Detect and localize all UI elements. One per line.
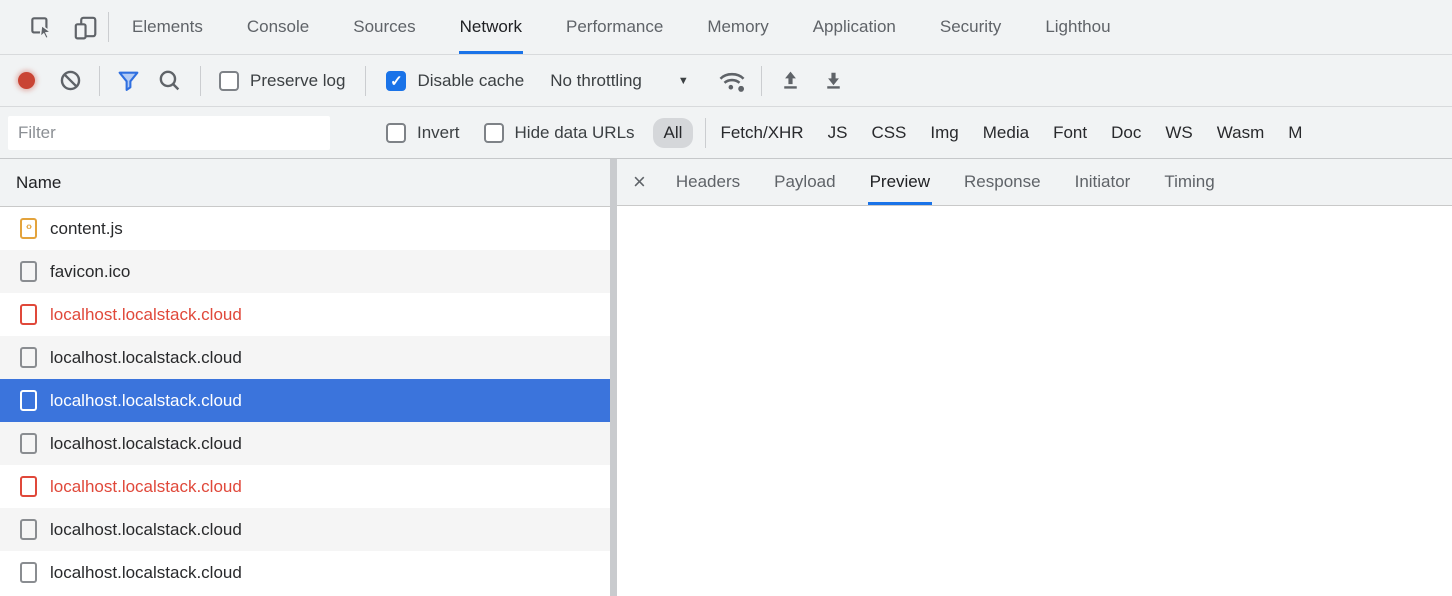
json-property-line: ▼ChallengeParameters: {USER_ID_FOR_SRP: … (617, 280, 1452, 311)
hide-data-urls-checkbox[interactable] (484, 123, 504, 143)
tab-response[interactable]: Response (962, 159, 1043, 205)
filter-type-all[interactable]: All (653, 118, 694, 148)
json-root-line: ▼{ChallengeName: "PASSWORD_VERIFIER",…} (617, 218, 1452, 249)
table-row-selected[interactable]: localhost.localstack.cloud (0, 379, 610, 422)
json-property-line: SRP_B: "d001745fc62af15eb9a12de937fafac2… (617, 373, 1452, 404)
search-icon[interactable] (157, 68, 182, 93)
request-name: localhost.localstack.cloud (50, 391, 242, 411)
filter-type-font[interactable]: Font (1053, 123, 1087, 143)
table-row[interactable]: localhost.localstack.cloud (0, 508, 610, 551)
filter-type-img[interactable]: Img (930, 123, 958, 143)
document-file-icon (20, 433, 37, 454)
json-property-line: USER_ID_FOR_SRP: "test@example.com" (617, 404, 1452, 435)
tab-initiator[interactable]: Initiator (1073, 159, 1133, 205)
hide-data-urls-label[interactable]: Hide data URLs (515, 123, 635, 143)
devtools-window: Elements Console Sources Network Perform… (0, 0, 1452, 596)
tab-elements[interactable]: Elements (131, 0, 204, 54)
request-name: localhost.localstack.cloud (50, 348, 242, 368)
tab-security[interactable]: Security (939, 0, 1002, 54)
json-property-line: ChallengeName: "PASSWORD_VERIFIER" (617, 249, 1452, 280)
request-name: localhost.localstack.cloud (50, 477, 242, 497)
record-button[interactable] (18, 72, 35, 89)
json-property-line: SECRET_BLOCK: "ZWQ5ZGFkMWE=" (617, 342, 1452, 373)
tab-headers[interactable]: Headers (674, 159, 742, 205)
filter-icon[interactable] (116, 68, 141, 93)
chevron-down-icon[interactable]: ▼ (678, 75, 689, 87)
document-file-icon (20, 519, 37, 540)
request-list-panel: Name ‹› content.js favicon.ico localhost… (0, 159, 610, 596)
table-row[interactable]: localhost.localstack.cloud (0, 551, 610, 594)
detail-tab-bar: × Headers Payload Preview Response Initi… (617, 159, 1452, 206)
filter-bar: Invert Hide data URLs All Fetch/XHR JS C… (0, 107, 1452, 159)
name-column-header[interactable]: Name (0, 159, 610, 207)
request-name: localhost.localstack.cloud (50, 305, 242, 325)
close-icon[interactable]: × (633, 171, 646, 193)
json-property-line: SALT: "89b54330" (617, 311, 1452, 342)
divider (108, 12, 109, 42)
request-name: localhost.localstack.cloud (50, 520, 242, 540)
divider (200, 66, 201, 96)
filter-type-media[interactable]: Media (983, 123, 1029, 143)
tab-network[interactable]: Network (459, 0, 523, 54)
table-row[interactable]: ‹› content.js (0, 207, 610, 250)
filter-input[interactable] (8, 116, 330, 150)
filter-type-css[interactable]: CSS (871, 123, 906, 143)
tab-sources[interactable]: Sources (352, 0, 416, 54)
divider (761, 66, 762, 96)
clear-icon[interactable] (58, 68, 83, 93)
preserve-log-checkbox[interactable] (219, 71, 239, 91)
check-icon: ✓ (390, 72, 403, 90)
invert-label[interactable]: Invert (417, 123, 460, 143)
preserve-log-label[interactable]: Preserve log (250, 71, 345, 91)
network-toolbar: Preserve log ✓ Disable cache No throttli… (0, 55, 1452, 107)
divider (99, 66, 100, 96)
table-row[interactable]: localhost.localstack.cloud (0, 465, 610, 508)
table-row[interactable]: localhost.localstack.cloud (0, 336, 610, 379)
tab-console[interactable]: Console (246, 0, 310, 54)
import-har-icon[interactable] (778, 68, 803, 93)
filter-type-ws[interactable]: WS (1165, 123, 1192, 143)
filter-type-doc[interactable]: Doc (1111, 123, 1141, 143)
filter-type-fetch-xhr[interactable]: Fetch/XHR (720, 123, 803, 143)
request-name: localhost.localstack.cloud (50, 563, 242, 583)
disable-cache-checkbox[interactable]: ✓ (386, 71, 406, 91)
document-file-icon (20, 304, 37, 325)
divider (365, 66, 366, 96)
request-name: favicon.ico (50, 262, 130, 282)
tab-payload[interactable]: Payload (772, 159, 837, 205)
table-row[interactable]: favicon.ico (0, 250, 610, 293)
throttling-select[interactable]: No throttling (550, 71, 642, 91)
invert-checkbox[interactable] (386, 123, 406, 143)
table-row[interactable]: localhost.localstack.cloud (0, 422, 610, 465)
filter-type-js[interactable]: JS (828, 123, 848, 143)
request-name: content.js (50, 219, 123, 239)
export-har-icon[interactable] (821, 68, 846, 93)
document-file-icon (20, 347, 37, 368)
filter-type-manifest[interactable]: M (1288, 123, 1302, 143)
table-row[interactable]: localhost.localstack.cloud (0, 293, 610, 336)
divider (705, 118, 706, 148)
network-content: Name ‹› content.js favicon.ico localhost… (0, 159, 1452, 596)
tab-performance[interactable]: Performance (565, 0, 664, 54)
document-file-icon (20, 390, 37, 411)
tab-memory[interactable]: Memory (706, 0, 769, 54)
tab-application[interactable]: Application (812, 0, 897, 54)
document-file-icon (20, 562, 37, 583)
filter-type-wasm[interactable]: Wasm (1217, 123, 1265, 143)
request-name: localhost.localstack.cloud (50, 434, 242, 454)
disable-cache-label[interactable]: Disable cache (417, 71, 524, 91)
inspect-element-icon[interactable] (28, 14, 54, 40)
tab-timing[interactable]: Timing (1162, 159, 1216, 205)
device-toolbar-icon[interactable] (72, 14, 98, 40)
document-file-icon (20, 261, 37, 282)
json-preview-tree: ▼{ChallengeName: "PASSWORD_VERIFIER",…} … (617, 206, 1452, 435)
network-conditions-icon[interactable] (717, 67, 747, 95)
tab-preview[interactable]: Preview (868, 159, 932, 205)
main-tab-bar: Elements Console Sources Network Perform… (0, 0, 1452, 55)
panel-splitter[interactable] (610, 159, 617, 596)
document-file-icon (20, 476, 37, 497)
request-detail-panel: × Headers Payload Preview Response Initi… (617, 159, 1452, 596)
tab-lighthouse[interactable]: Lighthou (1044, 0, 1111, 54)
script-file-icon: ‹› (20, 218, 37, 239)
